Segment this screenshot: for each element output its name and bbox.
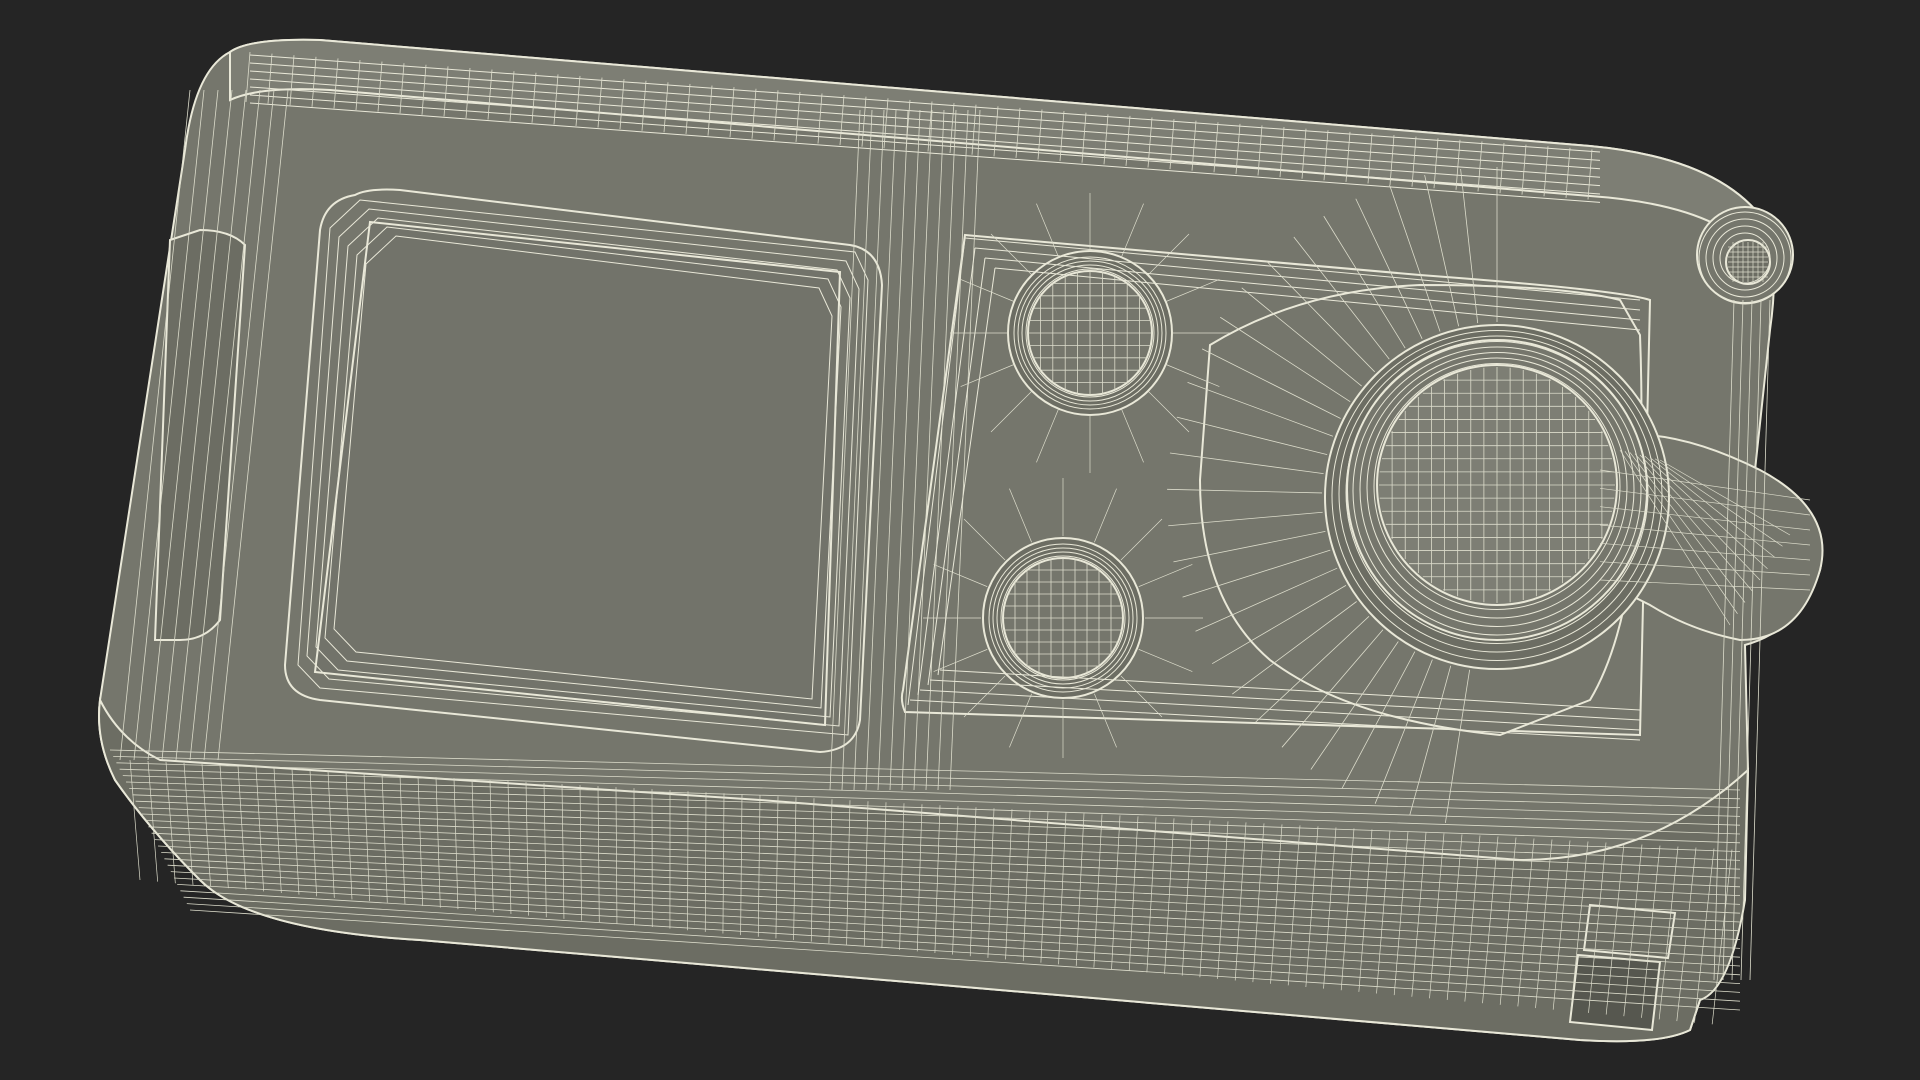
render-viewport <box>0 0 1920 1080</box>
wireframe-device-render <box>98 38 1824 1043</box>
lanyard-loop <box>1696 206 1794 304</box>
screen-display <box>313 220 842 727</box>
